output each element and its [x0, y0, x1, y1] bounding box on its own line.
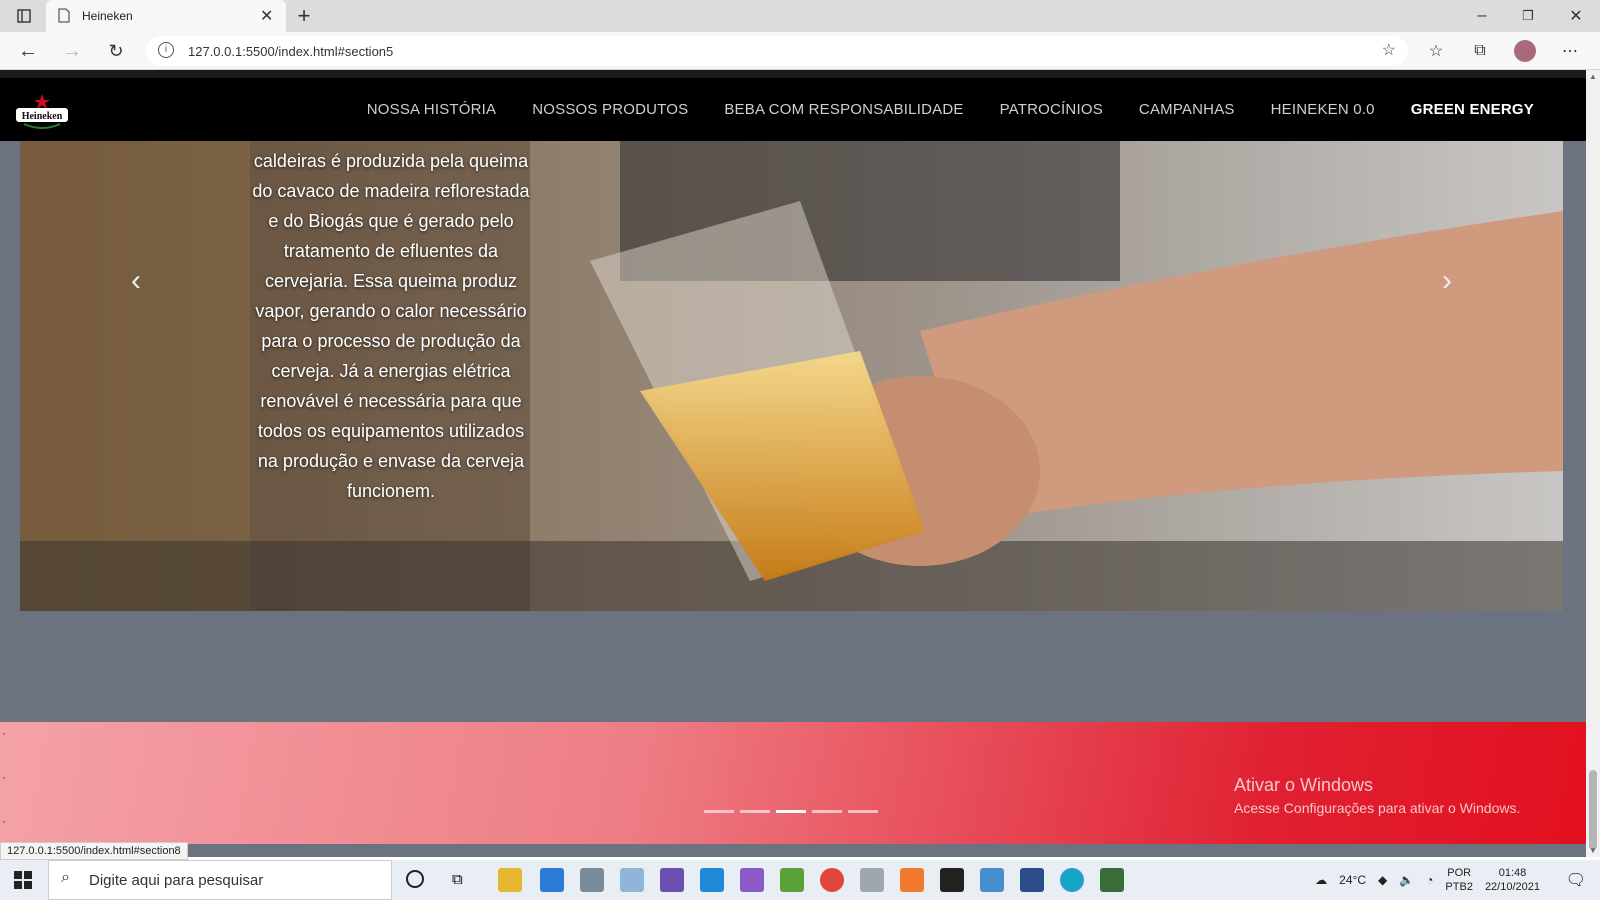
carousel-indicator-1[interactable]	[704, 810, 734, 813]
carousel-slide: caldeiras é produzida pela queima do cav…	[20, 141, 1563, 611]
taskbar-search-box[interactable]: ⌕ Digite aqui para pesquisar	[48, 860, 392, 900]
close-window-icon[interactable]: ✕	[1560, 0, 1592, 32]
browser-tab-bar: Heineken ✕ + – ❐ ✕	[0, 0, 1600, 32]
time: 01:48	[1498, 867, 1527, 879]
terminal-icon[interactable]	[940, 868, 964, 892]
app-icon[interactable]	[980, 868, 1004, 892]
cortana-icon[interactable]	[406, 870, 424, 888]
browser-tab[interactable]: Heineken ✕	[46, 0, 286, 32]
add-favorite-icon[interactable]: ☆	[1382, 40, 1396, 60]
nav-nossa-historia[interactable]: NOSSA HISTÓRIA	[349, 101, 515, 118]
nav-beba-com-responsabilidade[interactable]: BEBA COM RESPONSABILIDADE	[706, 101, 981, 118]
app-icon[interactable]	[660, 868, 684, 892]
date: 22/10/2021	[1484, 881, 1540, 893]
xampp-icon[interactable]	[900, 868, 924, 892]
search-icon: ⌕	[61, 869, 70, 886]
bullet-mark: ·	[2, 770, 6, 784]
notifications-icon[interactable]: 🗨	[1566, 870, 1586, 890]
minimize-icon[interactable]: –	[1466, 0, 1498, 32]
more-options-icon[interactable]: ⋯	[1554, 35, 1586, 67]
page-viewport: Heineken NOSSA HISTÓRIA NOSSOS PRODUTOS …	[0, 70, 1586, 857]
clock[interactable]: 01:48 22/10/2021	[1485, 866, 1540, 894]
volume-icon[interactable]: 🔈	[1399, 873, 1414, 887]
scroll-down-icon[interactable]: ▼	[1589, 846, 1597, 855]
restore-icon[interactable]: ❐	[1512, 0, 1544, 32]
carousel-next-icon[interactable]: ›	[1427, 261, 1467, 301]
watermark-subtitle: Acesse Configurações para ativar o Windo…	[1234, 800, 1521, 816]
app-icon[interactable]	[1020, 868, 1044, 892]
new-tab-icon[interactable]: +	[288, 0, 320, 32]
sidebar-toggle-icon[interactable]	[8, 0, 40, 32]
language-indicator[interactable]: POR PTB2	[1445, 866, 1473, 894]
close-tab-icon[interactable]: ✕	[260, 6, 273, 26]
tab-title: Heineken	[82, 9, 133, 23]
forward-icon[interactable]: →	[56, 35, 88, 67]
app-icon[interactable]	[780, 868, 804, 892]
windows-activation-watermark: Ativar o Windows Acesse Configurações pa…	[1234, 775, 1520, 816]
chrome-icon[interactable]	[820, 868, 844, 892]
reload-icon[interactable]: ↻	[100, 35, 132, 67]
nav-campanhas[interactable]: CAMPANHAS	[1121, 101, 1253, 118]
nav-green-energy[interactable]: GREEN ENERGY	[1393, 101, 1552, 118]
site-navbar: Heineken NOSSA HISTÓRIA NOSSOS PRODUTOS …	[0, 78, 1586, 141]
scroll-up-icon[interactable]: ▲	[1589, 72, 1597, 81]
carousel-indicator-3[interactable]	[776, 810, 806, 813]
page-scrollbar[interactable]: ▲ ▼	[1586, 70, 1600, 857]
windows-start-icon[interactable]	[14, 871, 32, 894]
page-icon	[58, 8, 70, 28]
app-icon[interactable]	[1100, 868, 1124, 892]
nav-patrocinios[interactable]: PATROCÍNIOS	[982, 101, 1121, 118]
link-status-bar: 127.0.0.1:5500/index.html#section8	[0, 842, 188, 860]
bullet-mark: ·	[2, 814, 6, 828]
carousel-prev-icon[interactable]: ‹	[116, 261, 156, 301]
calculator-icon[interactable]	[580, 868, 604, 892]
slide-caption: caldeiras é produzida pela queima do cav…	[252, 151, 530, 501]
top-strip	[0, 70, 1586, 78]
back-icon[interactable]: ←	[12, 35, 44, 67]
task-view-icon[interactable]: ⧉	[452, 871, 463, 888]
search-placeholder: Digite aqui para pesquisar	[89, 872, 264, 889]
file-explorer-icon[interactable]	[498, 868, 522, 892]
windows-taskbar: ⌕ Digite aqui para pesquisar ⧉ ☁ 24°C ◆ …	[0, 860, 1600, 900]
vscode-icon[interactable]	[700, 868, 724, 892]
scrollbar-thumb[interactable]	[1589, 770, 1597, 850]
address-bar[interactable]: i 127.0.0.1:5500/index.html#section5 ☆	[146, 36, 1408, 66]
watermark-title: Ativar o Windows	[1234, 775, 1374, 795]
favorites-icon[interactable]: ☆	[1420, 35, 1452, 67]
nav-menu: NOSSA HISTÓRIA NOSSOS PRODUTOS BEBA COM …	[349, 78, 1552, 141]
profile-avatar[interactable]	[1514, 40, 1536, 62]
carousel-indicator-5[interactable]	[848, 810, 878, 813]
carousel-indicators	[704, 810, 878, 813]
browser-toolbar: ← → ↻ i 127.0.0.1:5500/index.html#sectio…	[0, 32, 1600, 70]
svg-text:Heineken: Heineken	[22, 111, 63, 122]
collections-icon[interactable]: ⧉	[1464, 35, 1496, 67]
temperature: 24°C	[1339, 873, 1366, 887]
edge-icon[interactable]	[1060, 868, 1084, 892]
lang-code: POR	[1447, 867, 1472, 879]
heineken-logo[interactable]: Heineken	[14, 92, 70, 132]
network-icon[interactable]: ◔	[1426, 873, 1433, 887]
weather-icon[interactable]: ☁	[1315, 873, 1327, 887]
keyboard-layout: PTB2	[1445, 881, 1473, 893]
mail-icon[interactable]	[540, 868, 564, 892]
nav-heineken-00[interactable]: HEINEKEN 0.0	[1253, 101, 1393, 118]
carousel-indicator-4[interactable]	[812, 810, 842, 813]
system-tray: ☁ 24°C ◆ 🔈 ◔ POR PTB2 01:48 22/10/2021	[1315, 866, 1540, 894]
tray-app-icon[interactable]: ◆	[1378, 873, 1387, 887]
info-icon[interactable]: i	[158, 42, 174, 58]
carousel-indicator-2[interactable]	[740, 810, 770, 813]
app-icon[interactable]	[620, 868, 644, 892]
app-icon[interactable]	[860, 868, 884, 892]
nav-nossos-produtos[interactable]: NOSSOS PRODUTOS	[514, 101, 706, 118]
visual-studio-icon[interactable]	[740, 868, 764, 892]
url-text: 127.0.0.1:5500/index.html#section5	[188, 44, 394, 59]
bullet-mark: ·	[2, 726, 6, 740]
